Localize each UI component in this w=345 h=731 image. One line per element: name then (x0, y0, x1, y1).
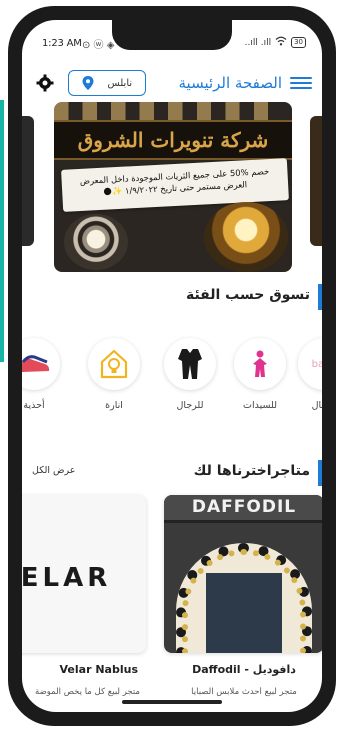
status-right-group: ..ıll .ıll 30 (245, 36, 306, 49)
category-women[interactable]: للسيدات (230, 338, 290, 411)
category-label: انارة (105, 400, 123, 411)
store-card-velar[interactable]: ELAR Velar Nablus متجر لبيع كل ما يخص ال… (22, 495, 146, 697)
category-icon-circle (22, 338, 60, 390)
phone-notch (112, 20, 232, 50)
lighting-icon (100, 349, 128, 379)
categories-section-title: تسوق حسب الفئة (185, 287, 310, 303)
category-shoes[interactable]: أحذية (22, 338, 64, 411)
category-label: للرجال (176, 400, 204, 411)
location-pin-icon (82, 76, 94, 90)
app-header: الصفحة الرئيسية نابلس (22, 64, 322, 104)
banner-carousel[interactable]: شركة تنويرات الشروق خصم %50 على جميع الث… (22, 102, 322, 272)
banner-ceiling-lights (54, 102, 292, 120)
banner-next-slide[interactable] (310, 116, 322, 246)
store-logo: ELAR (22, 563, 112, 593)
store-name: Daffodil - دافوديل (192, 663, 296, 676)
gear-icon[interactable] (36, 74, 54, 92)
category-icon-circle (88, 338, 140, 390)
store-entrance (206, 573, 282, 653)
phone-frame: 1:23 AM ⊙ ⓦ ◈ ..ıll .ıll 30 الصفحة الرئي… (8, 6, 336, 726)
category-lighting[interactable]: انارة (84, 338, 144, 411)
category-label: أحذية (23, 400, 45, 411)
chandelier-image (64, 214, 128, 270)
store-image: DAFFODIL (164, 495, 322, 653)
store-card-daffodil[interactable]: DAFFODIL Daffodil - دافوديل متجر لبيع أح… (164, 495, 322, 697)
location-city: نابلس (107, 77, 133, 89)
view-all-link[interactable]: عرض الكل (32, 465, 75, 476)
categories-section-header: تسوق حسب الفئة (22, 284, 322, 310)
banner-slide[interactable]: شركة تنويرات الشروق خصم %50 على جميع الث… (54, 102, 292, 272)
section-accent-bar (318, 284, 322, 310)
status-notification-icons: ⊙ ⓦ ◈ (82, 40, 115, 51)
category-icon-circle (164, 338, 216, 390)
category-label: أطفال (311, 400, 322, 411)
page-title: الصفحة الرئيسية (178, 74, 283, 92)
categories-list: baby أطفال للسيدات ل (22, 338, 322, 428)
baby-icon: baby (311, 358, 322, 370)
store-description: متجر لبيع كل ما يخص الموضة (35, 687, 140, 697)
golden-chandelier-image (204, 202, 288, 272)
store-sign-text: DAFFODIL (191, 497, 297, 517)
category-label: للسيدات (243, 400, 277, 411)
store-name: Velar Nablus (59, 663, 138, 676)
men-clothes-icon (178, 349, 202, 379)
store-description: متجر لبيع أحدث ملابس الصبايا (191, 687, 297, 697)
category-men[interactable]: للرجال (160, 338, 220, 411)
side-accent-bar (0, 100, 4, 362)
signal-icon: ..ıll .ıll (244, 37, 272, 48)
woman-icon (253, 350, 267, 377)
wifi-icon (275, 36, 287, 49)
banner-prev-slide[interactable] (22, 116, 34, 246)
stores-list: DAFFODIL Daffodil - دافوديل متجر لبيع أح… (22, 495, 322, 712)
category-icon-circle: baby (298, 338, 322, 390)
status-time: 1:23 AM (42, 38, 82, 49)
section-accent-bar (318, 460, 322, 486)
store-image: ELAR (22, 495, 146, 653)
storefront-image: DAFFODIL (164, 495, 322, 653)
shoes-icon (22, 355, 50, 372)
banner-sign-text: شركة تنويرات الشروق (77, 128, 269, 152)
app-screen: 1:23 AM ⊙ ⓦ ◈ ..ıll .ıll 30 الصفحة الرئي… (22, 20, 322, 712)
category-icon-circle (234, 338, 286, 390)
location-selector[interactable]: نابلس (68, 70, 146, 96)
category-kids[interactable]: baby أطفال (294, 338, 322, 411)
hamburger-menu-icon[interactable] (290, 74, 312, 92)
stores-section-title: متاجراخترناها لك (193, 463, 310, 479)
battery-icon: 30 (291, 37, 306, 48)
home-indicator (122, 700, 222, 704)
